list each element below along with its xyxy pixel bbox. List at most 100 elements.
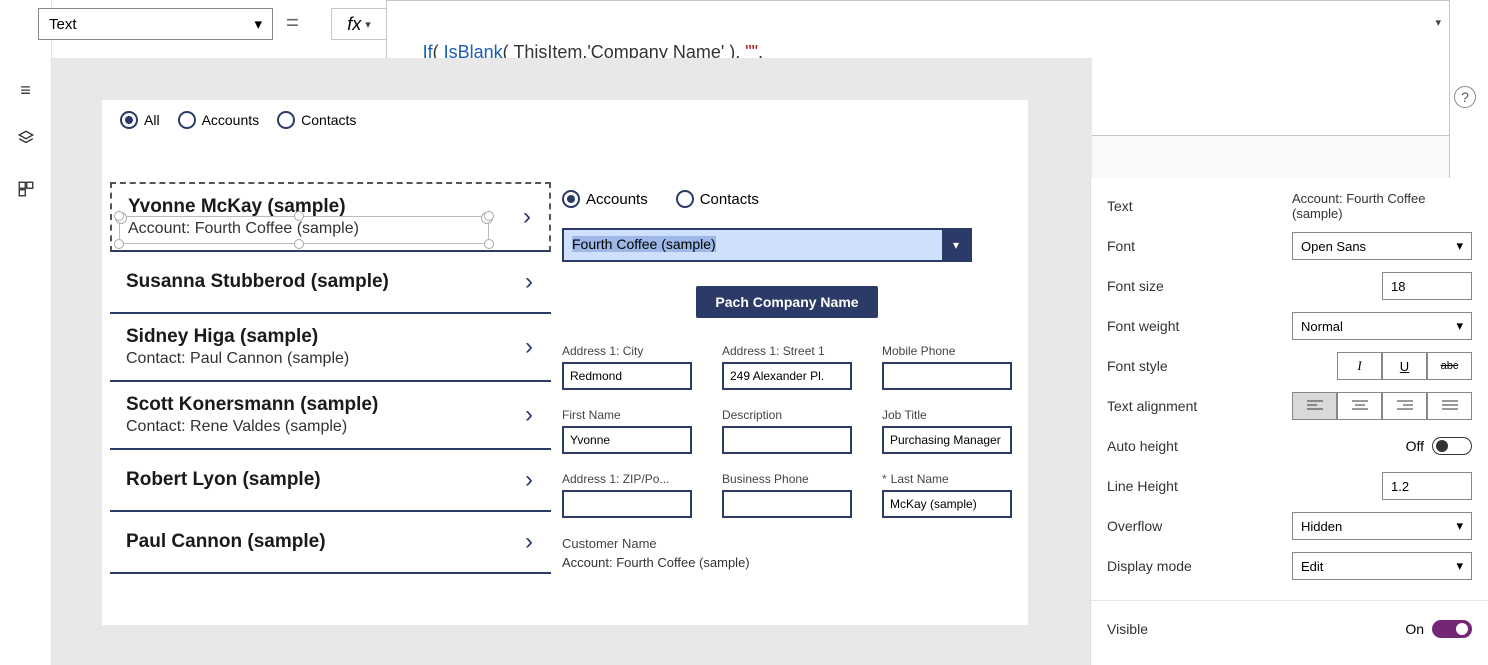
patch-button[interactable]: Pach Company Name <box>696 286 878 318</box>
gallery-item-title: Scott Konersmann (sample) <box>126 394 378 416</box>
fontsize-input[interactable] <box>1382 272 1472 300</box>
detail-radio-accounts[interactable]: Accounts <box>562 190 648 208</box>
form-fields: Address 1: CityAddress 1: Street 1Mobile… <box>562 344 1012 518</box>
selection-handle[interactable] <box>114 211 124 221</box>
chevron-down-icon: ▾ <box>254 15 262 33</box>
chevron-right-icon[interactable]: › <box>525 466 543 494</box>
fontweight-dropdown[interactable]: Normal▾ <box>1292 312 1472 340</box>
form-input[interactable] <box>882 490 1012 518</box>
visible-toggle[interactable] <box>1432 620 1472 638</box>
textalign-buttons <box>1292 392 1472 420</box>
form-field: First Name <box>562 408 702 454</box>
chevron-right-icon[interactable]: › <box>523 203 541 231</box>
fontstyle-buttons: I U abc <box>1337 352 1472 380</box>
gallery-item[interactable]: Robert Lyon (sample) › <box>110 450 551 512</box>
underline-button[interactable]: U <box>1382 352 1427 380</box>
chevron-down-icon: ▾ <box>1456 238 1463 254</box>
radio-all[interactable]: All <box>120 111 160 129</box>
align-right-button[interactable] <box>1382 392 1427 420</box>
properties-panel: Text Account: Fourth Coffee (sample) Fon… <box>1090 178 1488 665</box>
chevron-right-icon[interactable]: › <box>525 528 543 556</box>
chevron-down-icon: ▾ <box>365 18 371 31</box>
app-preview: All Accounts Contacts Yvonne McKay (samp… <box>102 100 1028 625</box>
chevron-right-icon[interactable]: › <box>525 401 543 429</box>
help-icon[interactable]: ? <box>1454 86 1476 108</box>
font-dropdown[interactable]: Open Sans▾ <box>1292 232 1472 260</box>
prop-autoheight-label: Auto height <box>1107 438 1178 454</box>
align-justify-button[interactable] <box>1427 392 1472 420</box>
property-selector[interactable]: Text ▾ <box>38 8 273 40</box>
selection-handle[interactable] <box>114 239 124 249</box>
form-field: Address 1: ZIP/Po... <box>562 472 702 518</box>
components-icon[interactable] <box>17 180 35 203</box>
form-input[interactable] <box>562 490 692 518</box>
chevron-down-icon[interactable]: ▾ <box>1435 15 1441 33</box>
gallery-item-title: Sidney Higa (sample) <box>126 326 349 348</box>
gallery-filter-radios: All Accounts Contacts <box>102 100 547 140</box>
form-input[interactable] <box>722 490 852 518</box>
gallery-item-title: Paul Cannon (sample) <box>126 531 326 553</box>
chevron-down-icon: ▾ <box>1456 558 1463 574</box>
form-field: Business Phone <box>722 472 862 518</box>
hamburger-icon[interactable]: ≡ <box>20 80 31 101</box>
chevron-down-icon: ▾ <box>1456 318 1463 334</box>
selection-handle[interactable] <box>484 239 494 249</box>
gallery-item[interactable]: Sidney Higa (sample) Contact: Paul Cannon… <box>110 314 551 382</box>
prop-visible-label: Visible <box>1107 621 1148 637</box>
form-input[interactable] <box>722 362 852 390</box>
prop-overflow-label: Overflow <box>1107 518 1162 534</box>
form-field: Mobile Phone <box>882 344 1022 390</box>
lineheight-input[interactable] <box>1382 472 1472 500</box>
form-field: *Last Name <box>882 472 1022 518</box>
chevron-down-icon[interactable]: ▾ <box>942 230 970 260</box>
gallery-item[interactable]: Scott Konersmann (sample) Contact: Rene V… <box>110 382 551 450</box>
selection-handle[interactable] <box>484 211 494 221</box>
gallery-item-title: Robert Lyon (sample) <box>126 469 321 491</box>
autoheight-toggle[interactable] <box>1432 437 1472 455</box>
chevron-down-icon: ▾ <box>1456 518 1463 534</box>
chevron-right-icon[interactable]: › <box>525 333 543 361</box>
form-input[interactable] <box>562 362 692 390</box>
overflow-dropdown[interactable]: Hidden▾ <box>1292 512 1472 540</box>
prop-fontweight-label: Font weight <box>1107 318 1179 334</box>
selection-bounds <box>119 216 489 244</box>
gallery-item-title: Susanna Stubberod (sample) <box>126 271 389 293</box>
form-input[interactable] <box>722 426 852 454</box>
form-field: Description <box>722 408 862 454</box>
layers-icon[interactable] <box>17 129 35 152</box>
strike-button[interactable]: abc <box>1427 352 1472 380</box>
canvas: All Accounts Contacts Yvonne McKay (samp… <box>52 58 1092 665</box>
customer-name-card: Customer Name Account: Fourth Coffee (sa… <box>562 536 1012 570</box>
gallery-item-subtitle: Contact: Paul Cannon (sample) <box>126 350 349 368</box>
radio-accounts[interactable]: Accounts <box>178 111 260 129</box>
italic-button[interactable]: I <box>1337 352 1382 380</box>
chevron-right-icon[interactable]: › <box>525 268 543 296</box>
prop-displaymode-label: Display mode <box>1107 558 1192 574</box>
gallery-item-title: Yvonne McKay (sample) <box>128 196 359 218</box>
gallery-item-subtitle: Contact: Rene Valdes (sample) <box>126 418 378 436</box>
selection-handle[interactable] <box>294 211 304 221</box>
company-combo[interactable]: Fourth Coffee (sample) ▾ <box>562 228 972 262</box>
displaymode-dropdown[interactable]: Edit▾ <box>1292 552 1472 580</box>
selection-handle[interactable] <box>294 239 304 249</box>
gallery-item[interactable]: Susanna Stubberod (sample) › <box>110 252 551 314</box>
prop-font-label: Font <box>1107 238 1135 254</box>
fx-button[interactable]: fx▾ <box>331 8 386 40</box>
prop-fontsize-label: Font size <box>1107 278 1164 294</box>
align-left-button[interactable] <box>1292 392 1337 420</box>
detail-radio-row: Accounts Contacts <box>562 190 1012 208</box>
form-input[interactable] <box>882 426 1012 454</box>
gallery-item[interactable]: Paul Cannon (sample) › <box>110 512 551 574</box>
form-input[interactable] <box>562 426 692 454</box>
prop-text-label: Text <box>1107 198 1133 214</box>
prop-text-value[interactable]: Account: Fourth Coffee (sample) <box>1292 191 1472 221</box>
form-field: Address 1: Street 1 <box>722 344 862 390</box>
form-input[interactable] <box>882 362 1012 390</box>
prop-lineheight-label: Line Height <box>1107 478 1178 494</box>
detail-radio-contacts[interactable]: Contacts <box>676 190 759 208</box>
property-selector-label: Text <box>49 16 77 33</box>
align-center-button[interactable] <box>1337 392 1382 420</box>
radio-contacts[interactable]: Contacts <box>277 111 356 129</box>
left-rail: ≡ <box>0 0 52 665</box>
prop-textalign-label: Text alignment <box>1107 398 1197 414</box>
